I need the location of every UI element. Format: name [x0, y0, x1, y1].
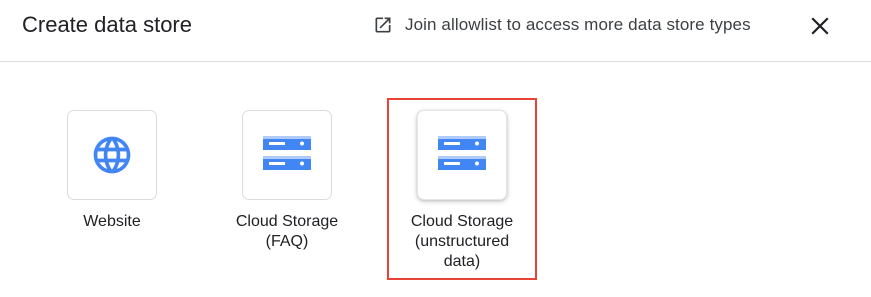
join-allowlist-link[interactable]: Join allowlist to access more data store… — [373, 12, 751, 38]
open-in-new-icon — [375, 17, 391, 33]
data-store-options: Website Cloud Storage (FAQ) Cloud Storag… — [0, 62, 871, 297]
option-tile[interactable] — [242, 110, 332, 200]
globe-icon — [93, 136, 131, 174]
option-tile[interactable] — [417, 110, 507, 200]
option-cloud-storage-faq[interactable]: Cloud Storage (FAQ) — [212, 110, 362, 252]
option-label: Cloud Storage (unstructured data) — [410, 213, 514, 270]
dialog-header: Create data store Join allowlist to acce… — [0, 0, 871, 62]
dialog-title: Create data store — [22, 12, 192, 37]
storage-icon — [263, 136, 311, 170]
join-allowlist-label: Join allowlist to access more data store… — [405, 15, 751, 34]
storage-icon — [438, 136, 486, 170]
option-label: Cloud Storage (FAQ) — [235, 213, 339, 250]
option-cloud-storage-unstructured[interactable]: Cloud Storage (unstructured data) — [387, 110, 537, 272]
option-website[interactable]: Website — [37, 110, 187, 232]
close-icon — [811, 17, 829, 35]
close-button[interactable] — [806, 12, 834, 40]
option-label: Website — [83, 213, 141, 230]
option-tile[interactable] — [67, 110, 157, 200]
